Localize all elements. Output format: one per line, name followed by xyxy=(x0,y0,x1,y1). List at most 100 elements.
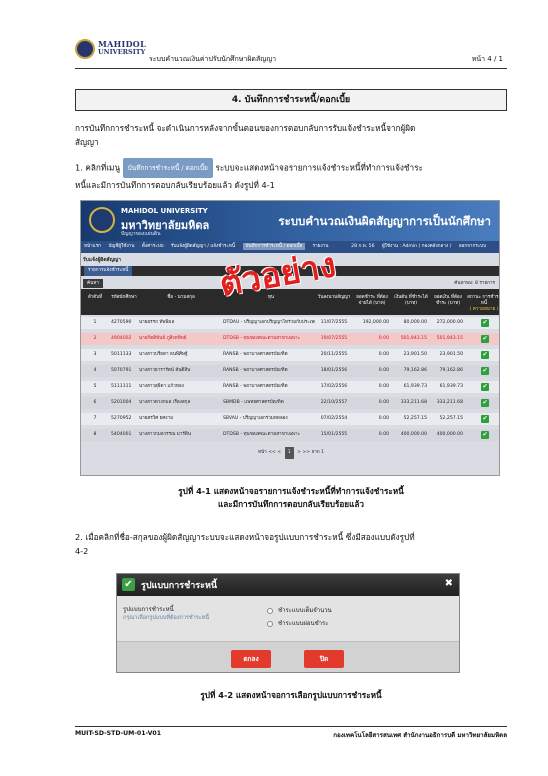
step1-suffix: ระบบจะแสดงหน้าจอรายการแจ้งชำระหนี้ที่ทำก… xyxy=(215,162,423,173)
dialog-title: รูปแบบการชำระหนี้ xyxy=(141,581,218,591)
row-total: 23,901.50 xyxy=(439,352,463,357)
table-row: 4 5070791 นางสาวธารารัตน์ สันติสิน RANSB - … xyxy=(81,365,499,378)
pager-last[interactable]: >> xyxy=(302,450,310,455)
status-check-icon[interactable]: ✔ xyxy=(481,431,489,439)
figure-4-2-screenshot: ✔ รูปแบบการชำระหนี้ ✖ รูปแบบการชำระหนี้ … xyxy=(116,573,460,673)
table-row: 5 5111111 นางสาวสุธิดา แก้วทอง RANSB - พยาบ… xyxy=(81,381,499,394)
pager-prefix: หน้า xyxy=(257,450,267,455)
col-header-interest: ยอดชำระ ที่ต้องจ่ายได้ (บาท) xyxy=(356,295,388,306)
pager-prev[interactable]: < xyxy=(277,450,281,455)
row-status: ✔ xyxy=(479,333,491,346)
row-date: 15/01/2555 xyxy=(320,432,348,437)
nav-logout-link[interactable]: ออกจากระบบ xyxy=(459,244,486,249)
col-header-id: รหัสนักศึกษา xyxy=(111,295,137,300)
nav-item-home[interactable]: หน้าแรก xyxy=(84,244,101,249)
row-name-link[interactable]: นางสาวธารารัตน์ สันติสิน xyxy=(139,365,223,377)
nav-item-notify[interactable]: รับแจ้งผู้ผิดสัญญา / แจ้งชำระหนี้ xyxy=(171,244,235,249)
status-check-icon[interactable]: ✔ xyxy=(481,351,489,359)
app-banner: MAHIDOL UNIVERSITY มหาวิทยาลัยมหิดล ปัญญ… xyxy=(81,201,499,241)
menu-chip-record-payment: บันทึกการชำระหนี้ / ดอกเบี้ย xyxy=(122,158,213,178)
step1-paragraph: 1. คลิกที่เมนู บันทึกการชำระหนี้ / ดอกเบ… xyxy=(75,158,507,192)
row-date: 11/07/2555 xyxy=(320,320,348,325)
row-total: 52,257.15 xyxy=(439,416,463,421)
row-no: 7 xyxy=(93,416,97,421)
ok-button[interactable]: ตกลง xyxy=(231,650,271,668)
row-no: 6 xyxy=(93,400,97,405)
col-header-status: สถานะ การชำระหนี้ ( ความหมาย ) xyxy=(467,295,499,313)
figure-4-1-screenshot: MAHIDOL UNIVERSITY มหาวิทยาลัยมหิดล ปัญญ… xyxy=(80,200,500,476)
row-interest: 0.00 xyxy=(378,368,389,373)
row-id: 4270590 xyxy=(111,320,132,325)
section-heading: 4. บันทึกการชำระหนี้/ดอกเบี้ย xyxy=(75,89,507,111)
col-header-total: ยอดเงิน ที่ต้องชำระ (บาท) xyxy=(434,295,462,306)
option-full-payment[interactable]: ชำระแบบเต็มจำนวน xyxy=(267,605,332,615)
row-name-link[interactable]: นางสาวกมลวรรณ มาร์ติน xyxy=(139,429,223,441)
row-fund: SBVAU - ปริญญาเอกร่วมทดลอง xyxy=(223,416,288,421)
status-check-icon[interactable]: ✔ xyxy=(481,399,489,407)
table-row: 8 5404001 นางสาวกมลวรรณ มาร์ติน DTDSB - ทุน… xyxy=(81,429,499,441)
dialog-header: ✔ รูปแบบการชำระหนี้ ✖ xyxy=(117,574,459,596)
intro-line-1: การบันทึกการชำระหนี้ จะดำเนินการหลังจากข… xyxy=(75,123,416,133)
row-fund: DTDAU - ปริญญาเอกปริญญาโทร่วมกับประเทศ xyxy=(223,320,315,325)
step1-line-2: หนี้และมีการบันทึกการตอบกลับเรียบร้อยแล้… xyxy=(75,180,275,190)
row-principal: 23,901.50 xyxy=(403,352,427,357)
row-no: 4 xyxy=(93,368,97,373)
nav-item-accounts[interactable]: บัญชีผู้ใช้งาน xyxy=(108,244,134,249)
row-name-link[interactable]: นางสาวปรียดา ธนพิศิษฐ์ xyxy=(139,349,223,361)
option-full-payment-label: ชำระแบบเต็มจำนวน xyxy=(278,607,332,614)
banner-tagline: ปัญญาของแผ่นดิน xyxy=(121,231,161,237)
status-check-icon[interactable]: ✔ xyxy=(481,319,489,327)
row-name-link[interactable]: นายอรรถ ทัพพิมล xyxy=(139,317,223,329)
row-principal: 79,162.86 xyxy=(403,368,427,373)
figure-4-1-caption: รูปที่ 4-1 แสดงหน้าจอรายการแจ้งชำระหนี้ท… xyxy=(75,485,507,511)
nav-item-settings[interactable]: ตั้งค่าระบบ xyxy=(142,244,164,249)
row-id: 5111111 xyxy=(111,384,132,389)
pager-next[interactable]: > xyxy=(297,450,301,455)
page-number: หน้า 4 / 1 xyxy=(471,55,503,63)
row-interest: 0.00 xyxy=(378,352,389,357)
status-legend-link[interactable]: ( ความหมาย ) xyxy=(469,307,498,312)
row-total: 333,211.68 xyxy=(436,400,463,405)
row-total: 61,939.73 xyxy=(439,384,463,389)
step1-line-1: 1. คลิกที่เมนู บันทึกการชำระหนี้ / ดอกเบ… xyxy=(75,158,507,178)
radio-installment[interactable] xyxy=(267,620,273,627)
row-name-link[interactable]: นางสาวดวงกมล เรืองสกุล xyxy=(139,397,223,409)
status-check-icon[interactable]: ✔ xyxy=(481,383,489,391)
close-icon[interactable]: ✖ xyxy=(445,578,453,589)
row-name-link[interactable]: นางสาวสุธิดา แก้วทอง xyxy=(139,381,223,393)
document-page: MAHIDOL UNIVERSITY ระบบคำนวณเงินค่าปรับน… xyxy=(0,0,548,776)
row-name-link[interactable]: นายกิตติพันธ์ ภูสิงหทิพย์ xyxy=(139,333,223,345)
pagination: หน้า << < 1 > >> จาก 1 xyxy=(81,447,499,459)
intro-line-2: สัญญา xyxy=(75,137,99,147)
row-status: ✔ xyxy=(479,317,491,330)
row-id: 5070791 xyxy=(111,368,132,373)
pager-suffix: จาก 1 xyxy=(311,450,325,455)
pager-first[interactable]: << xyxy=(268,450,276,455)
row-principal: 80,000.00 xyxy=(403,320,427,325)
status-check-icon[interactable]: ✔ xyxy=(481,415,489,423)
row-id: 5404001 xyxy=(111,432,132,437)
tab-payment-list[interactable]: รายการแจ้งชำระหนี้ xyxy=(84,266,133,276)
option-installment-label: ชำระแบบผ่อนชำระ xyxy=(278,620,329,627)
option-installment[interactable]: ชำระแบบผ่อนชำระ xyxy=(267,618,328,628)
row-total: 272,000.00 xyxy=(436,320,463,325)
row-principal: 501,943.15 xyxy=(400,336,427,341)
step2-line-1: 2. เมื่อคลิกที่ชื่อ-สกุลของผู้ผิดสัญญาระ… xyxy=(75,532,415,542)
pager-current[interactable]: 1 xyxy=(284,447,294,459)
row-name-link[interactable]: นายสรวิศ ยศงาม xyxy=(139,413,223,425)
row-principal: 333,211.68 xyxy=(400,400,427,405)
row-status: ✔ xyxy=(479,365,491,378)
status-check-icon[interactable]: ✔ xyxy=(481,335,489,343)
nav-user: ผู้ใช้งาน : Admin ( กองคลังกลาง ) xyxy=(381,244,452,249)
university-seal-icon xyxy=(75,39,95,59)
close-button[interactable]: ปิด xyxy=(304,650,344,668)
row-id: 5011133 xyxy=(111,352,132,357)
row-status: ✔ xyxy=(479,381,491,394)
row-interest: 0.00 xyxy=(378,432,389,437)
radio-full-payment[interactable] xyxy=(267,607,273,614)
system-title: ระบบคำนวณเงินผิดสัญญาการเป็นนักศึกษา xyxy=(278,214,491,228)
page-header: MAHIDOL UNIVERSITY ระบบคำนวณเงินค่าปรับน… xyxy=(75,37,507,69)
status-check-icon[interactable]: ✔ xyxy=(481,367,489,375)
search-button[interactable]: ค้นหา xyxy=(83,279,103,288)
col-header-name: ชื่อ - นามสกุล xyxy=(167,295,195,300)
